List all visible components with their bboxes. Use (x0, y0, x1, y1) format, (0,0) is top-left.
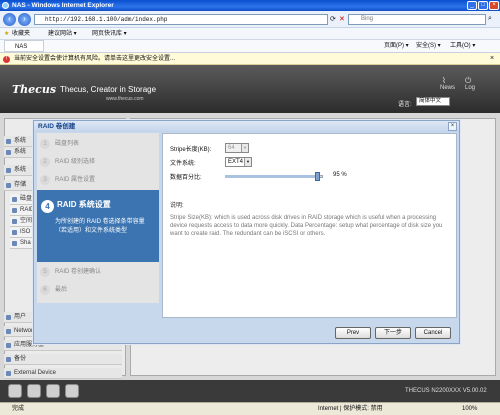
next-button[interactable]: 下一步 (375, 327, 411, 339)
sidebar-item-label: ISO (20, 229, 31, 235)
step-finish: 6 最后 (37, 283, 159, 297)
slider-handle[interactable] (315, 172, 320, 181)
back-button[interactable]: ‹ (3, 13, 16, 26)
step-raid-attributes: 3 RAID 属性设置 (37, 173, 159, 187)
step-number: 3 (40, 175, 50, 185)
status-text: 完成 (12, 406, 25, 412)
step-label: 磁盘列表 (55, 141, 80, 147)
file-system-label: 文件系统: (170, 161, 196, 167)
sidebar-item-label: 磁盘 (20, 196, 33, 202)
step-label: RAID 级别选择 (55, 159, 96, 165)
search-icon[interactable]: ⌕ (488, 15, 492, 23)
search-app-icon[interactable] (27, 384, 41, 398)
chevron-down-icon: ▼ (244, 158, 251, 166)
sidebar-item-backup[interactable]: 备份 (4, 354, 122, 365)
security-zone: Internet | 保护模式: 禁用 (318, 406, 383, 412)
version-text: THECUS N2200XXX V5.00.02 (405, 388, 487, 394)
home-icon[interactable] (8, 384, 22, 398)
window-title-bar: NAS - Windows Internet Explorer (0, 0, 500, 11)
security-warning-bar[interactable]: 当前安全设置会使计算机有风险。请单击这里更改安全设置... (0, 53, 500, 65)
tools-app-icon[interactable] (46, 384, 60, 398)
tab-bar: NAS 页面(P) ▾ 安全(S) ▾ 工具(O) ▾ (0, 40, 500, 53)
forward-button[interactable]: › (18, 13, 31, 26)
sidebar-item-label: 系统 (14, 149, 27, 155)
description-heading: 说明: (170, 203, 184, 209)
search-input[interactable]: Bing (348, 14, 486, 25)
sidebar-item-label: 备份 (14, 356, 27, 362)
dialog-close-button[interactable]: × (448, 122, 457, 131)
favorites-button[interactable]: 收藏夹 (12, 28, 30, 40)
sidebar-item-label: 系统 (14, 138, 27, 144)
stop-icon[interactable]: ✕ (339, 15, 345, 23)
data-percentage-value: 95 % (333, 172, 347, 178)
sidebar-item-label: Sha (20, 240, 31, 246)
stripe-size-label: Stripe长度(KB): (170, 147, 212, 153)
file-system-value: EXT4 (228, 159, 244, 165)
description-text: Stripe Size(KB): which is used across di… (170, 215, 443, 237)
step-disk-list: 1 磁盘列表 (37, 137, 159, 151)
language-label: 语言: (398, 102, 412, 108)
window-title: NAS - Windows Internet Explorer (12, 2, 114, 9)
step-number: 6 (40, 285, 50, 295)
ie-logo-icon (2, 2, 9, 9)
maximize-button[interactable]: □ (478, 1, 488, 10)
cancel-button[interactable]: Cancel (415, 327, 451, 339)
sidebar-item-label: 存储 (14, 182, 27, 188)
step-confirm: 5 RAID 卷创建确认 (37, 265, 159, 279)
stripe-size-value: 64 (228, 145, 235, 151)
language-select[interactable]: 简体中文 (416, 97, 450, 106)
suggested-sites-link[interactable]: 建议网站 ▾ (48, 28, 77, 40)
prev-button[interactable]: Prev (335, 327, 371, 339)
file-system-select[interactable]: EXT4 ▼ (225, 157, 252, 167)
sidebar-item-label: 空间 (20, 218, 33, 224)
tab-nas[interactable]: NAS (4, 40, 44, 52)
warning-icon: ! (3, 56, 10, 63)
rss-icon[interactable]: ⌇ (442, 76, 446, 85)
step-raid-level: 2 RAID 级别选择 (37, 155, 159, 169)
minimize-button[interactable]: _ (467, 1, 477, 10)
browser-status-bar: 完成 Internet | 保护模式: 禁用 100% (0, 402, 500, 415)
close-window-button[interactable]: × (489, 1, 499, 10)
power-app-icon[interactable] (65, 384, 79, 398)
step-label: RAID 属性设置 (55, 177, 96, 183)
log-link[interactable]: Log (465, 85, 475, 91)
sidebar-item-label: 用户 (14, 314, 27, 320)
zoom-level[interactable]: 100% (462, 403, 477, 415)
safety-menu[interactable]: 安全(S) ▾ (416, 40, 441, 53)
sidebar-item-label: 系统 (14, 167, 27, 173)
data-percentage-label: 数据百分比: (170, 175, 202, 181)
tools-menu[interactable]: 工具(O) ▾ (450, 40, 475, 53)
slider-fill (225, 175, 318, 178)
chevron-down-icon: ▼ (241, 144, 248, 152)
step-label: 最后 (55, 287, 68, 293)
favorites-bar: ★ 收藏夹 建议网站 ▾ 网页快讯库 ▾ (0, 28, 500, 40)
step-label: RAID 卷创建确认 (55, 269, 102, 275)
sidebar-item-label: External Device (14, 370, 57, 376)
star-icon: ★ (4, 31, 10, 37)
step-description: 为所创建的 RAID 卷选择条带容量（若适用）和文件系统类型 (55, 219, 145, 234)
tab-label: NAS (15, 44, 28, 50)
close-security-bar-icon[interactable]: × (490, 55, 494, 62)
step-number: 4 (41, 200, 54, 213)
logo-site: www.thecus.com (106, 96, 144, 102)
stripe-size-select[interactable]: 64 ▼ (225, 143, 249, 153)
security-message: 当前安全设置会使计算机有风险。请单击这里更改安全设置... (14, 56, 176, 62)
step-number: 1 (40, 139, 50, 149)
step-number: 2 (40, 157, 50, 167)
sidebar-item-external-device[interactable]: External Device (4, 368, 122, 379)
dialog-title: RAID 卷创建 (34, 121, 459, 132)
url-input[interactable]: http://192.168.1.100/adm/index.php (34, 14, 328, 25)
page-menu[interactable]: 页面(P) ▾ (384, 40, 409, 53)
step-number: 5 (40, 267, 50, 277)
news-link[interactable]: News (440, 85, 455, 91)
web-slice-gallery-link[interactable]: 网页快讯库 ▾ (92, 28, 127, 40)
logo-tagline: Thecus, Creator in Storage (60, 85, 157, 94)
refresh-icon[interactable]: ⟳ (330, 15, 336, 23)
thecus-logo: Thecus (12, 83, 57, 96)
step-label: RAID 系统设置 (57, 200, 111, 209)
